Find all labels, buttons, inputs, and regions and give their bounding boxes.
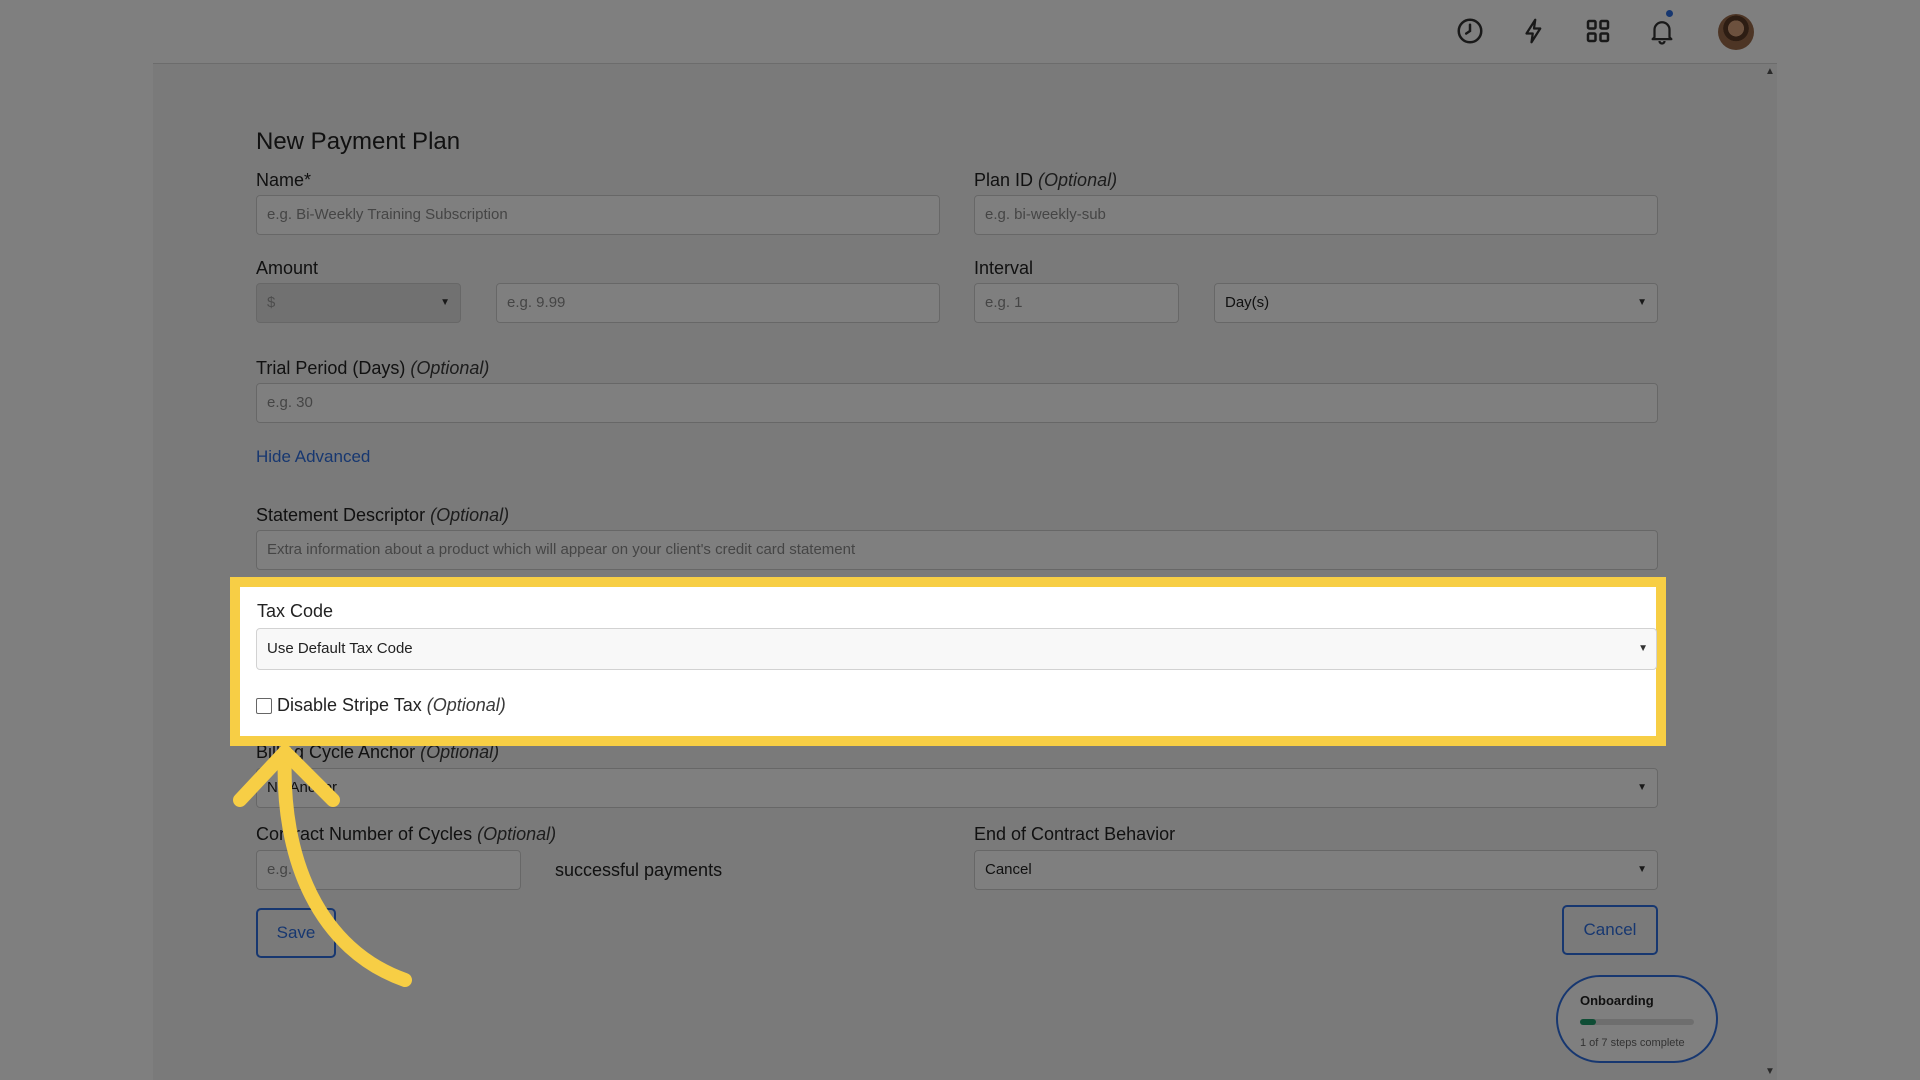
scroll-up-arrow[interactable]: ▲ xyxy=(1765,66,1775,77)
interval-label: Interval xyxy=(974,258,1033,279)
apps-grid-icon[interactable] xyxy=(1583,16,1613,46)
caret-down-icon: ▼ xyxy=(440,284,450,322)
name-input[interactable]: e.g. Bi-Weekly Training Subscription xyxy=(256,195,940,235)
end-behavior-select[interactable]: Cancel▼ xyxy=(974,850,1658,890)
caret-down-icon: ▼ xyxy=(1637,284,1647,322)
scroll-down-arrow[interactable]: ▼ xyxy=(1765,1066,1775,1077)
disable-stripe-tax-checkbox[interactable] xyxy=(256,698,272,714)
caret-down-icon: ▼ xyxy=(1637,851,1647,889)
onboarding-progress-fill xyxy=(1580,1019,1596,1025)
trial-input[interactable]: e.g. 30 xyxy=(256,383,1658,423)
amount-input[interactable]: e.g. 9.99 xyxy=(496,283,940,323)
tax-highlight-box: Tax Code Use Default Tax Code▼ Disable S… xyxy=(230,577,1666,746)
app-window: ▲ ▼ New Payment Plan Name* e.g. Bi-Weekl… xyxy=(153,0,1777,1080)
disable-stripe-tax-optional: (Optional) xyxy=(427,695,506,716)
hide-advanced-link[interactable]: Hide Advanced xyxy=(256,447,370,467)
save-button[interactable]: Save xyxy=(256,908,336,958)
contract-cycles-suffix: successful payments xyxy=(555,860,722,881)
statement-label: Statement Descriptor (Optional) xyxy=(256,505,509,526)
statement-input[interactable]: Extra information about a product which … xyxy=(256,530,1658,570)
clock-icon[interactable] xyxy=(1455,16,1485,46)
plan-id-input[interactable]: e.g. bi-weekly-sub xyxy=(974,195,1658,235)
tax-code-label: Tax Code xyxy=(257,601,333,622)
avatar[interactable] xyxy=(1718,14,1754,50)
onboarding-progress-text: 1 of 7 steps complete xyxy=(1580,1037,1685,1049)
name-label: Name* xyxy=(256,170,311,191)
onboarding-progress-bar xyxy=(1580,1019,1694,1025)
caret-down-icon: ▼ xyxy=(1638,629,1648,669)
caret-down-icon: ▼ xyxy=(1637,769,1647,807)
interval-count-input[interactable]: e.g. 1 xyxy=(974,283,1179,323)
end-behavior-label: End of Contract Behavior xyxy=(974,824,1175,845)
disable-stripe-tax-row[interactable]: Disable Stripe Tax (Optional) xyxy=(256,695,506,716)
lightning-icon[interactable] xyxy=(1519,16,1549,46)
top-bar xyxy=(153,0,1777,64)
plan-id-label: Plan ID (Optional) xyxy=(974,170,1117,191)
amount-label: Amount xyxy=(256,258,318,279)
onboarding-widget[interactable]: Onboarding 1 of 7 steps complete xyxy=(1556,975,1718,1063)
contract-cycles-label: Contract Number of Cycles (Optional) xyxy=(256,824,556,845)
onboarding-title: Onboarding xyxy=(1580,993,1654,1008)
billing-anchor-select[interactable]: No Anchor▼ xyxy=(256,768,1658,808)
cancel-button[interactable]: Cancel xyxy=(1562,905,1658,955)
tax-code-select[interactable]: Use Default Tax Code▼ xyxy=(256,628,1657,670)
contract-cycles-input[interactable]: e.g. 3 xyxy=(256,850,521,890)
currency-select[interactable]: $▼ xyxy=(256,283,461,323)
bell-icon[interactable] xyxy=(1647,16,1677,46)
interval-unit-select[interactable]: Day(s)▼ xyxy=(1214,283,1658,323)
page-title: New Payment Plan xyxy=(256,128,460,156)
disable-stripe-tax-label: Disable Stripe Tax xyxy=(277,695,422,716)
notification-dot xyxy=(1666,10,1673,17)
trial-label: Trial Period (Days) (Optional) xyxy=(256,358,489,379)
